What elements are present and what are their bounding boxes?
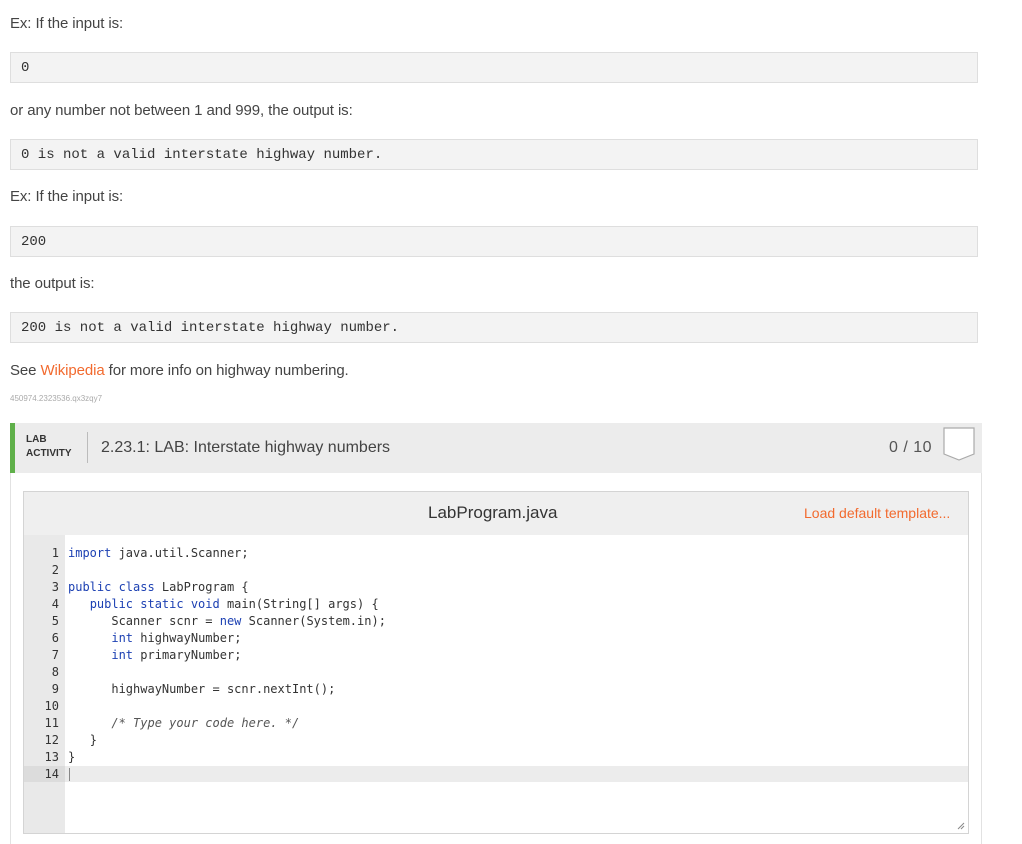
example-1-intro: Ex: If the input is: <box>10 15 124 32</box>
line-number: 4 <box>51 597 59 611</box>
content-id: 450974.2323536.qx3zqy7 <box>10 394 103 403</box>
lab-score: 0 / 10 <box>889 439 933 456</box>
code-line: int highwayNumber; <box>68 630 241 647</box>
example-1-input: 0 <box>10 52 978 83</box>
line-number: 6 <box>51 631 59 645</box>
example-2-output-intro: the output is: <box>10 275 95 292</box>
code-keyword: int <box>111 631 134 645</box>
lab-tag-line2: ACTIVITY <box>26 448 72 459</box>
code-text: main(String[] args) { <box>219 597 379 611</box>
line-number: 2 <box>51 563 59 577</box>
lab-title: 2.23.1: LAB: Interstate highway numbers <box>101 439 391 456</box>
code-text: LabProgram { <box>154 580 249 594</box>
code-line: } <box>68 749 75 766</box>
completion-badge-icon <box>943 427 975 461</box>
line-number: 8 <box>51 665 59 679</box>
code-text: } <box>68 750 76 764</box>
text-cursor <box>69 768 70 781</box>
code-text: java.util.Scanner; <box>111 546 249 560</box>
line-number: 7 <box>51 648 59 662</box>
see-also-suffix: for more info on highway numbering. <box>104 362 349 379</box>
code-line: public static void main(String[] args) { <box>68 596 379 613</box>
code-text: } <box>89 733 97 747</box>
lab-activity-tag: LAB ACTIVITY <box>26 433 72 461</box>
header-divider <box>87 432 88 463</box>
line-number: 3 <box>51 580 59 594</box>
code-line: } <box>68 732 97 749</box>
code-input-area[interactable]: import java.util.Scanner; public class La… <box>65 535 968 833</box>
example-2-input: 200 <box>10 226 978 257</box>
see-also-text: See Wikipedia for more info on highway n… <box>10 362 349 379</box>
code-keyword: int <box>111 648 134 662</box>
example-2-output: 200 is not a valid interstate highway nu… <box>10 312 978 343</box>
line-number: 13 <box>44 750 59 764</box>
line-number: 5 <box>51 614 59 628</box>
resize-handle-icon[interactable] <box>957 822 965 830</box>
code-line: import java.util.Scanner; <box>68 545 249 562</box>
code-comment: /* Type your code here. */ <box>111 716 300 730</box>
code-line: highwayNumber = scnr.nextInt(); <box>68 681 335 698</box>
active-line-highlight <box>65 766 968 782</box>
example-2-intro: Ex: If the input is: <box>10 188 124 205</box>
code-text: primaryNumber; <box>133 648 242 662</box>
code-line: Scanner scnr = new Scanner(System.in); <box>68 613 386 630</box>
line-number: 12 <box>44 733 59 747</box>
line-number-gutter: 1 2 3 4 5 6 7 8 9 10 11 12 13 14 <box>24 535 65 833</box>
code-line: int primaryNumber; <box>68 647 241 664</box>
code-text: highwayNumber = scnr.nextInt(); <box>111 682 336 696</box>
line-number: 14 <box>44 767 59 781</box>
code-line: public class LabProgram { <box>68 579 249 596</box>
example-1-output-intro: or any number not between 1 and 999, the… <box>10 102 353 119</box>
line-number: 11 <box>44 716 59 730</box>
editor-toolbar: LabProgram.java Load default template... <box>24 492 968 535</box>
code-text: highwayNumber; <box>133 631 242 645</box>
code-keyword: public static void <box>89 597 220 611</box>
load-default-template-button[interactable]: Load default template... <box>804 505 950 521</box>
code-text: Scanner scnr = new Scanner(System.in); <box>111 614 386 628</box>
editor-filename: LabProgram.java <box>428 503 558 522</box>
example-1-output: 0 is not a valid interstate highway numb… <box>10 139 978 170</box>
code-keyword: import <box>68 546 112 560</box>
lab-activity-header: LAB ACTIVITY 2.23.1: LAB: Interstate hig… <box>10 423 982 473</box>
code-keyword: public class <box>68 580 155 594</box>
code-keyword: new <box>219 614 242 628</box>
lab-tag-line1: LAB <box>26 434 47 445</box>
line-number: 10 <box>44 699 59 713</box>
code-line: /* Type your code here. */ <box>68 715 299 732</box>
line-number: 9 <box>51 682 59 696</box>
code-editor: LabProgram.java Load default template...… <box>23 491 969 834</box>
wikipedia-link[interactable]: Wikipedia <box>40 362 104 379</box>
line-number: 1 <box>51 546 59 560</box>
see-also-prefix: See <box>10 362 41 379</box>
